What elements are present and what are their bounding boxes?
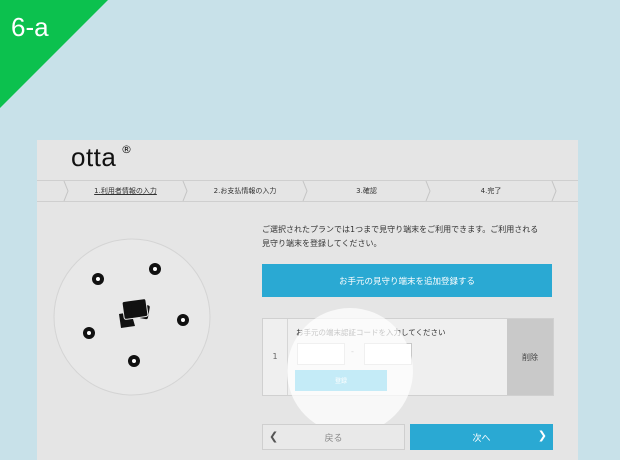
chevron-right-icon: ❯ (537, 429, 547, 442)
auth-code-input-2[interactable] (364, 343, 412, 365)
step-1: 1.利用者情報の入力 (94, 187, 157, 195)
registered-mark: ® (121, 143, 132, 156)
chevron-left-icon: ❮ (269, 430, 279, 443)
description-line-2: 見守り端末を登録してください。 (262, 239, 382, 248)
delete-button[interactable]: 削除 (507, 319, 553, 395)
app-window: otta ® 1.利用者情報の入力 2.お支払情報の入力 3.確認 4.完了 ご… (37, 140, 578, 460)
next-label: 次へ (472, 433, 491, 444)
step-4: 4.完了 (480, 187, 502, 195)
corner-tag-label: 6-a (11, 12, 49, 42)
description-line-1: ご選択されたプランでは1つまで見守り端末をご利用できます。ご利用される (262, 225, 539, 234)
code-separator: - (351, 347, 354, 356)
step-3: 3.確認 (356, 187, 377, 195)
plan-description: ご選択されたプランでは1つまで見守り端末をご利用できます。ご利用される 見守り端… (262, 223, 562, 251)
device-row-number: 1 (263, 319, 288, 395)
back-button[interactable]: ❮ 戻る (262, 424, 405, 450)
step-2: 2.お支払情報の入力 (213, 187, 277, 195)
register-button[interactable]: 登録 (295, 370, 387, 391)
auth-code-input-1[interactable] (297, 343, 345, 365)
otta-logo: otta (71, 142, 117, 172)
device-row: 1 お手元の端末認証コードを入力してください - 登録 削除 (262, 318, 554, 396)
add-device-button[interactable]: お手元の見守り端末を追加登録する (262, 264, 552, 297)
next-button[interactable]: 次へ ❯ (410, 424, 553, 450)
progress-steps: 1.利用者情報の入力 2.お支払情報の入力 3.確認 4.完了 (37, 180, 578, 202)
back-label: 戻る (324, 433, 343, 444)
auth-code-label: お手元の端末認証コードを入力してください (296, 328, 446, 337)
device-illustration (53, 238, 211, 396)
